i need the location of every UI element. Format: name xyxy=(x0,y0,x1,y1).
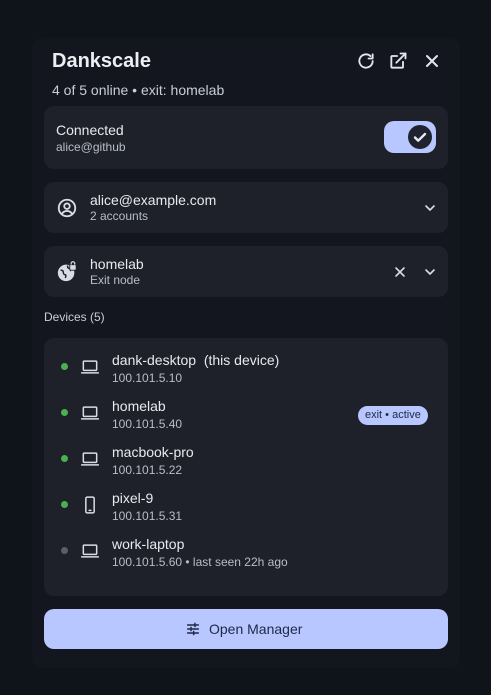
device-name: macbook-pro xyxy=(112,444,194,460)
online-indicator xyxy=(61,409,68,416)
app-title: Dankscale xyxy=(52,50,151,72)
device-item-homelab[interactable]: homelab 100.101.5.40 exit • active xyxy=(44,390,448,431)
globe-lock-icon xyxy=(56,261,78,283)
account-email: alice@example.com xyxy=(90,192,217,208)
connection-toggle[interactable] xyxy=(384,121,436,153)
device-ip: 100.101.5.40 xyxy=(112,417,183,431)
online-indicator xyxy=(61,501,68,508)
account-selector[interactable]: alice@example.com 2 accounts xyxy=(44,182,448,233)
header: Dankscale xyxy=(52,48,444,74)
online-indicator xyxy=(61,363,68,370)
device-item-dank-desktop[interactable]: dank-desktop (this device) 100.101.5.10 xyxy=(44,344,448,385)
device-ip: 100.101.5.31 xyxy=(112,509,183,523)
exit-node-label: Exit node xyxy=(90,273,141,287)
connection-card: Connected alice@github xyxy=(44,106,448,169)
device-item-macbook-pro[interactable]: macbook-pro 100.101.5.22 xyxy=(44,436,448,477)
chevron-down-icon xyxy=(422,264,438,280)
device-ip: 100.101.5.60 • last seen 22h ago xyxy=(112,555,288,569)
device-name: pixel-9 xyxy=(112,490,154,506)
device-name: work-laptop xyxy=(112,536,185,552)
laptop-icon xyxy=(80,403,100,423)
device-list: dank-desktop (this device) 100.101.5.10 … xyxy=(44,338,448,596)
offline-indicator xyxy=(61,547,68,554)
device-item-work-laptop[interactable]: work-laptop 100.101.5.60 • last seen 22h… xyxy=(44,528,448,569)
laptop-icon xyxy=(80,449,100,469)
account-count: 2 accounts xyxy=(90,209,149,223)
device-name: dank-desktop (this device) xyxy=(112,352,280,368)
connection-account: alice@github xyxy=(56,140,126,154)
clear-exit-node-button[interactable] xyxy=(392,264,408,280)
check-icon xyxy=(408,125,432,149)
exit-active-badge: exit • active xyxy=(358,406,428,425)
toggle-knob xyxy=(408,125,432,149)
status-summary: 4 of 5 online • exit: homelab xyxy=(52,82,225,98)
refresh-icon xyxy=(356,51,376,71)
close-icon xyxy=(392,264,408,280)
exit-node-expand-button[interactable] xyxy=(422,264,438,280)
user-circle-icon xyxy=(56,197,78,219)
exit-node-name: homelab xyxy=(90,256,144,272)
device-name: homelab xyxy=(112,398,166,414)
close-icon xyxy=(422,51,442,71)
sliders-icon xyxy=(185,621,201,637)
close-button[interactable] xyxy=(422,51,442,71)
device-ip: 100.101.5.22 xyxy=(112,463,183,477)
external-link-icon xyxy=(388,51,408,71)
open-manager-label: Open Manager xyxy=(209,621,303,637)
account-expand-button[interactable] xyxy=(422,200,438,216)
refresh-button[interactable] xyxy=(356,51,376,71)
devices-section-label: Devices (5) xyxy=(44,310,105,324)
device-ip: 100.101.5.10 xyxy=(112,371,183,385)
laptop-icon xyxy=(80,357,100,377)
online-indicator xyxy=(61,455,68,462)
connection-status: Connected xyxy=(56,122,124,138)
laptop-icon xyxy=(80,541,100,561)
chevron-down-icon xyxy=(422,200,438,216)
popout-button[interactable] xyxy=(388,51,408,71)
open-manager-button[interactable]: Open Manager xyxy=(44,609,448,649)
phone-icon xyxy=(80,495,100,515)
device-item-pixel-9[interactable]: pixel-9 100.101.5.31 xyxy=(44,482,448,523)
exit-node-selector[interactable]: homelab Exit node xyxy=(44,246,448,297)
